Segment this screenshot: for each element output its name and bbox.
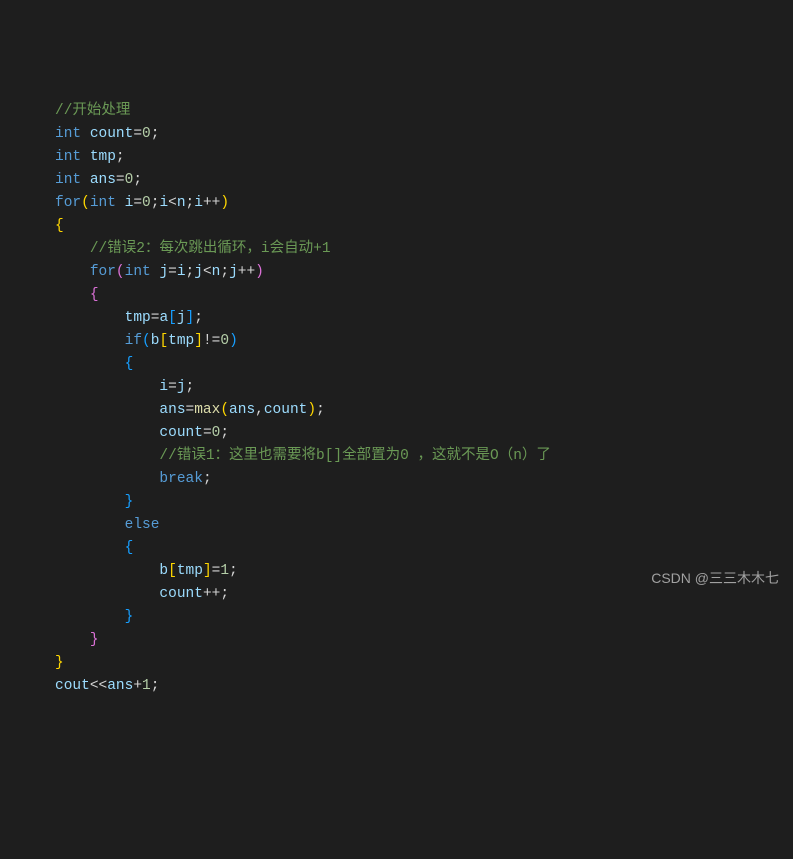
paren: ( [142, 333, 151, 349]
semi: ; [220, 264, 229, 280]
op: << [90, 678, 107, 694]
semi: ; [229, 563, 238, 579]
var-j: j [159, 264, 168, 280]
var-ans: ans [229, 402, 255, 418]
semi: ; [116, 149, 125, 165]
bracket: [ [168, 310, 177, 326]
paren: ) [307, 402, 316, 418]
paren: ) [255, 264, 264, 280]
num: 1 [142, 678, 151, 694]
keyword-else: else [125, 517, 160, 533]
bracket: ] [186, 310, 195, 326]
op: < [203, 264, 212, 280]
bracket: [ [168, 563, 177, 579]
bracket: ] [194, 333, 203, 349]
semi: ; [151, 678, 160, 694]
bracket: ] [203, 563, 212, 579]
op: = [116, 172, 125, 188]
var-tmp: tmp [90, 149, 116, 165]
comment-line: //错误1：这里也需要将b[]全部置为0 ，这就不是O（n）了 [159, 448, 551, 464]
comma: , [255, 402, 264, 418]
op: ++ [203, 195, 220, 211]
var-count: count [264, 402, 308, 418]
brace: { [125, 356, 134, 372]
brace: } [125, 494, 134, 510]
brace: { [125, 540, 134, 556]
semi: ; [220, 586, 229, 602]
var-j: j [177, 310, 186, 326]
brace: } [125, 609, 134, 625]
semi: ; [151, 126, 160, 142]
watermark-text: CSDN @三三木木七 [651, 567, 779, 590]
semi: ; [186, 264, 195, 280]
var-tmp: tmp [125, 310, 151, 326]
var-count: count [159, 425, 203, 441]
var-j: j [177, 379, 186, 395]
var-b: b [159, 563, 168, 579]
var-i: i [177, 264, 186, 280]
var-count: count [90, 126, 134, 142]
semi: ; [186, 379, 195, 395]
op: < [168, 195, 177, 211]
semi: ; [203, 471, 212, 487]
fn-max: max [194, 402, 220, 418]
var-a: a [159, 310, 168, 326]
var-tmp: tmp [177, 563, 203, 579]
semi: ; [220, 425, 229, 441]
op: = [133, 195, 142, 211]
keyword-int: int [55, 149, 81, 165]
var-tmp: tmp [168, 333, 194, 349]
op: = [203, 425, 212, 441]
paren: ) [220, 195, 229, 211]
op: != [203, 333, 220, 349]
semi: ; [133, 172, 142, 188]
paren: ( [116, 264, 125, 280]
num: 0 [220, 333, 229, 349]
op: = [168, 264, 177, 280]
keyword-int: int [125, 264, 151, 280]
num: 0 [142, 126, 151, 142]
var-j: j [229, 264, 238, 280]
keyword-if: if [125, 333, 142, 349]
paren: ( [81, 195, 90, 211]
op: = [168, 379, 177, 395]
bracket: [ [159, 333, 168, 349]
op: ++ [203, 586, 220, 602]
keyword-for: for [90, 264, 116, 280]
var-count: count [159, 586, 203, 602]
paren: ) [229, 333, 238, 349]
semi: ; [186, 195, 195, 211]
op: + [133, 678, 142, 694]
keyword-break: break [159, 471, 203, 487]
var-ans: ans [159, 402, 185, 418]
keyword-int: int [55, 126, 81, 142]
var-i: i [194, 195, 203, 211]
paren: ( [220, 402, 229, 418]
brace: } [90, 632, 99, 648]
semi: ; [316, 402, 325, 418]
comment-line: //错误2：每次跳出循环，i会自动+1 [90, 241, 331, 257]
brace: { [55, 218, 64, 234]
op: = [133, 126, 142, 142]
brace: } [55, 655, 64, 671]
code-editor: //开始处理 int count=0; int tmp; int ans=0; … [55, 100, 793, 698]
var-i: i [159, 379, 168, 395]
op: = [186, 402, 195, 418]
comment-line: //开始处理 [55, 103, 130, 119]
semi: ; [194, 310, 203, 326]
brace: { [90, 287, 99, 303]
keyword-for: for [55, 195, 81, 211]
keyword-int: int [55, 172, 81, 188]
num: 0 [142, 195, 151, 211]
var-n: n [177, 195, 186, 211]
var-ans: ans [107, 678, 133, 694]
var-i: i [159, 195, 168, 211]
var-ans: ans [90, 172, 116, 188]
keyword-int: int [90, 195, 116, 211]
var-cout: cout [55, 678, 90, 694]
op: ++ [238, 264, 255, 280]
num: 1 [220, 563, 229, 579]
var-j: j [194, 264, 203, 280]
